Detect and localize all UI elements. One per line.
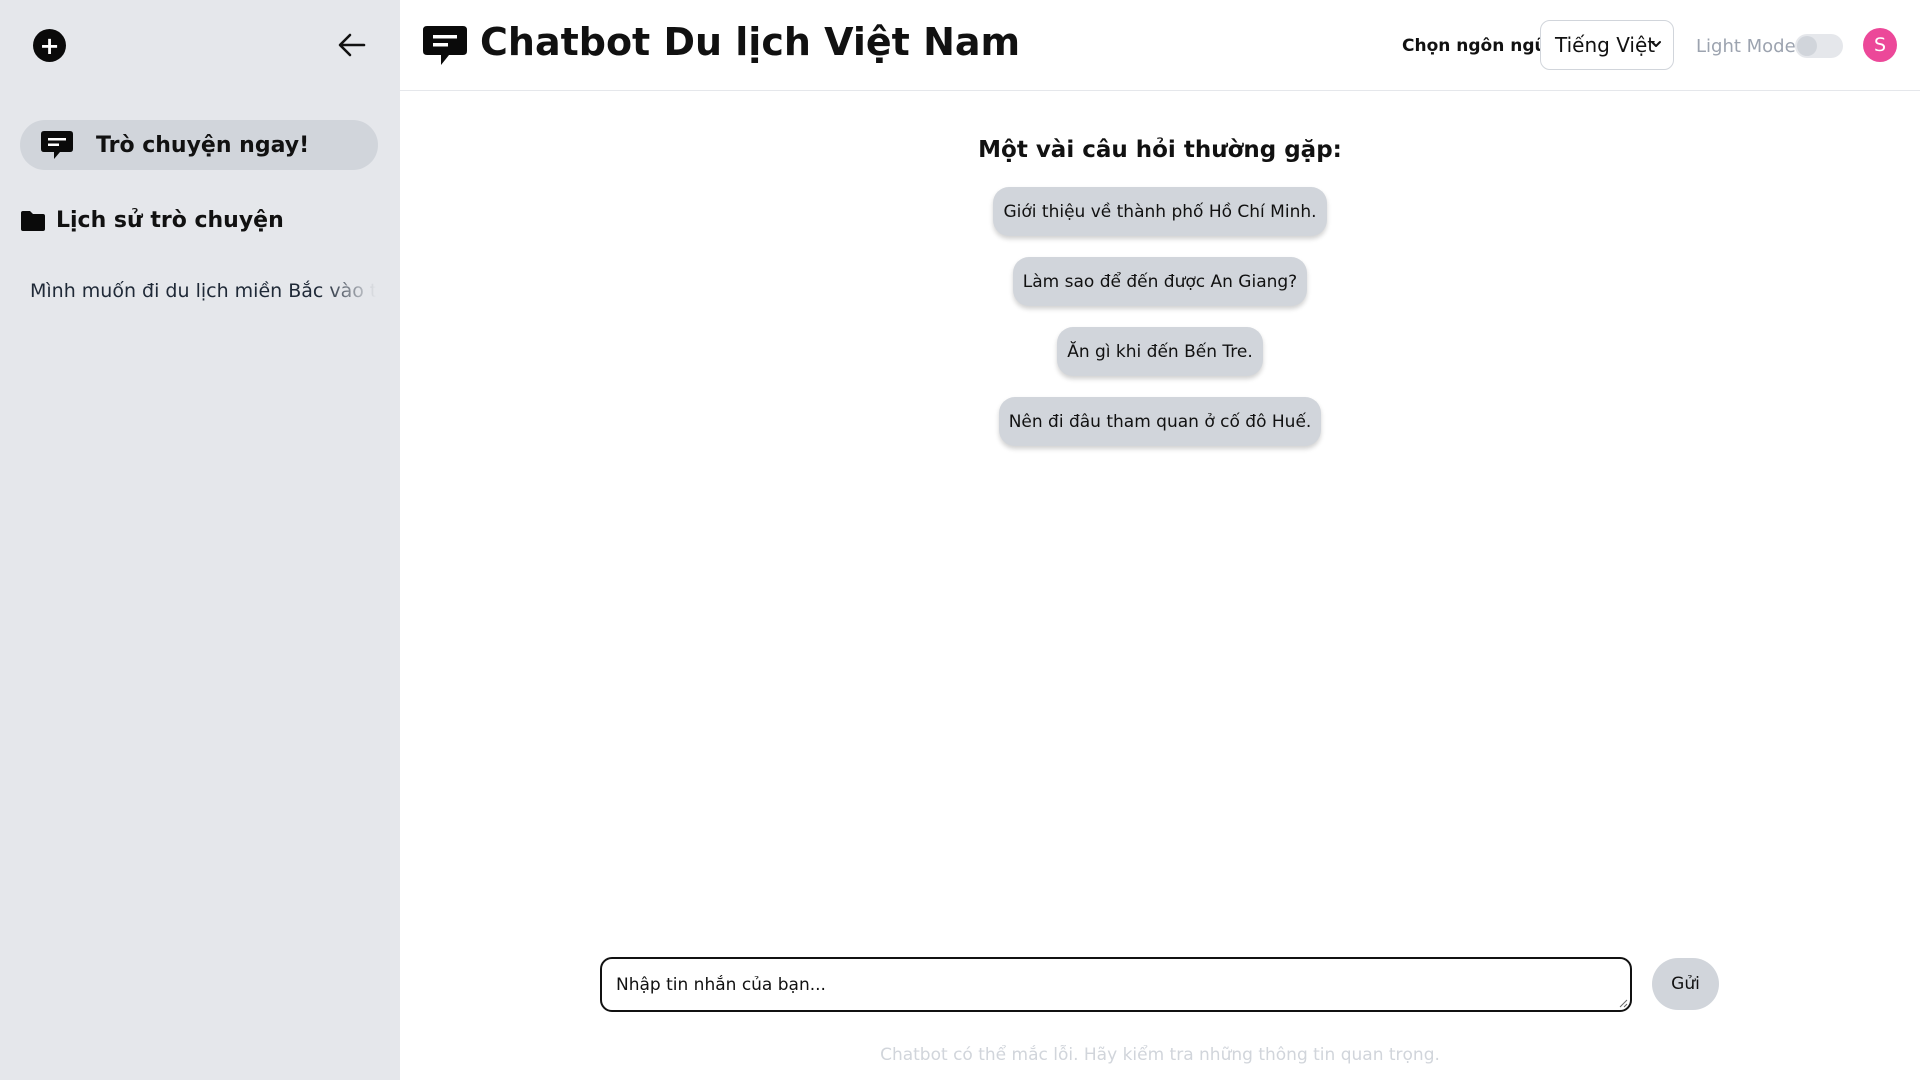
chat-now-button[interactable]: Trò chuyện ngay! xyxy=(20,120,378,170)
sidebar-top: + xyxy=(0,0,400,90)
disclaimer: Chatbot có thể mắc lỗi. Hãy kiểm tra nhữ… xyxy=(880,1045,1440,1065)
collapse-sidebar-button[interactable] xyxy=(334,27,370,63)
history-item[interactable]: Mình muốn đi du lịch miền Bắc vào thá xyxy=(30,276,376,306)
avatar[interactable]: S xyxy=(1863,28,1897,62)
send-button[interactable]: Gửi xyxy=(1652,958,1719,1010)
chat-bubble-icon xyxy=(423,26,467,65)
app-window: + Trò chuyện ngay! Lịch sử trò chuyện Mì… xyxy=(0,0,1920,1080)
faq-button[interactable]: Nên đi đâu tham quan ở cố đô Huế. xyxy=(998,397,1322,446)
message-input[interactable]: Nhập tin nhắn của bạn... xyxy=(600,957,1632,1012)
faq-button[interactable]: Giới thiệu về thành phố Hồ Chí Minh. xyxy=(993,187,1327,236)
message-input-placeholder: Nhập tin nhắn của bạn... xyxy=(616,974,826,995)
language-selected-value: Tiếng Việt xyxy=(1555,33,1656,57)
chat-now-label: Trò chuyện ngay! xyxy=(96,132,310,158)
history-heading: Lịch sử trò chuyện xyxy=(20,208,284,233)
faq-title: Một vài câu hỏi thường gặp: xyxy=(978,137,1342,163)
main-panel: Chatbot Du lịch Việt Nam Chọn ngôn ngữ: … xyxy=(400,0,1920,1080)
mode-label: Light Mode xyxy=(1696,36,1796,57)
sidebar: + Trò chuyện ngay! Lịch sử trò chuyện Mì… xyxy=(0,0,400,1080)
folder-icon xyxy=(21,210,45,231)
arrow-left-icon xyxy=(338,33,366,57)
page-title: Chatbot Du lịch Việt Nam xyxy=(480,20,1021,64)
plus-circle-icon: + xyxy=(39,31,60,60)
chat-bubble-icon xyxy=(41,131,73,159)
toggle-knob xyxy=(1797,36,1817,56)
header: Chatbot Du lịch Việt Nam Chọn ngôn ngữ: … xyxy=(400,0,1920,91)
faq-button[interactable]: Ăn gì khi đến Bến Tre. xyxy=(1057,327,1263,376)
theme-toggle[interactable] xyxy=(1795,34,1843,58)
faq-list: Giới thiệu về thành phố Hồ Chí Minh. Làm… xyxy=(400,187,1920,446)
resize-handle-icon[interactable] xyxy=(1619,999,1628,1008)
new-chat-button[interactable]: + xyxy=(33,29,66,62)
chevron-down-icon xyxy=(1651,41,1661,47)
faq-button[interactable]: Làm sao để đến được An Giang? xyxy=(1012,257,1308,306)
language-label: Chọn ngôn ngữ: xyxy=(1402,36,1554,56)
language-select[interactable]: Tiếng Việt xyxy=(1540,20,1674,70)
history-title: Lịch sử trò chuyện xyxy=(56,208,284,233)
